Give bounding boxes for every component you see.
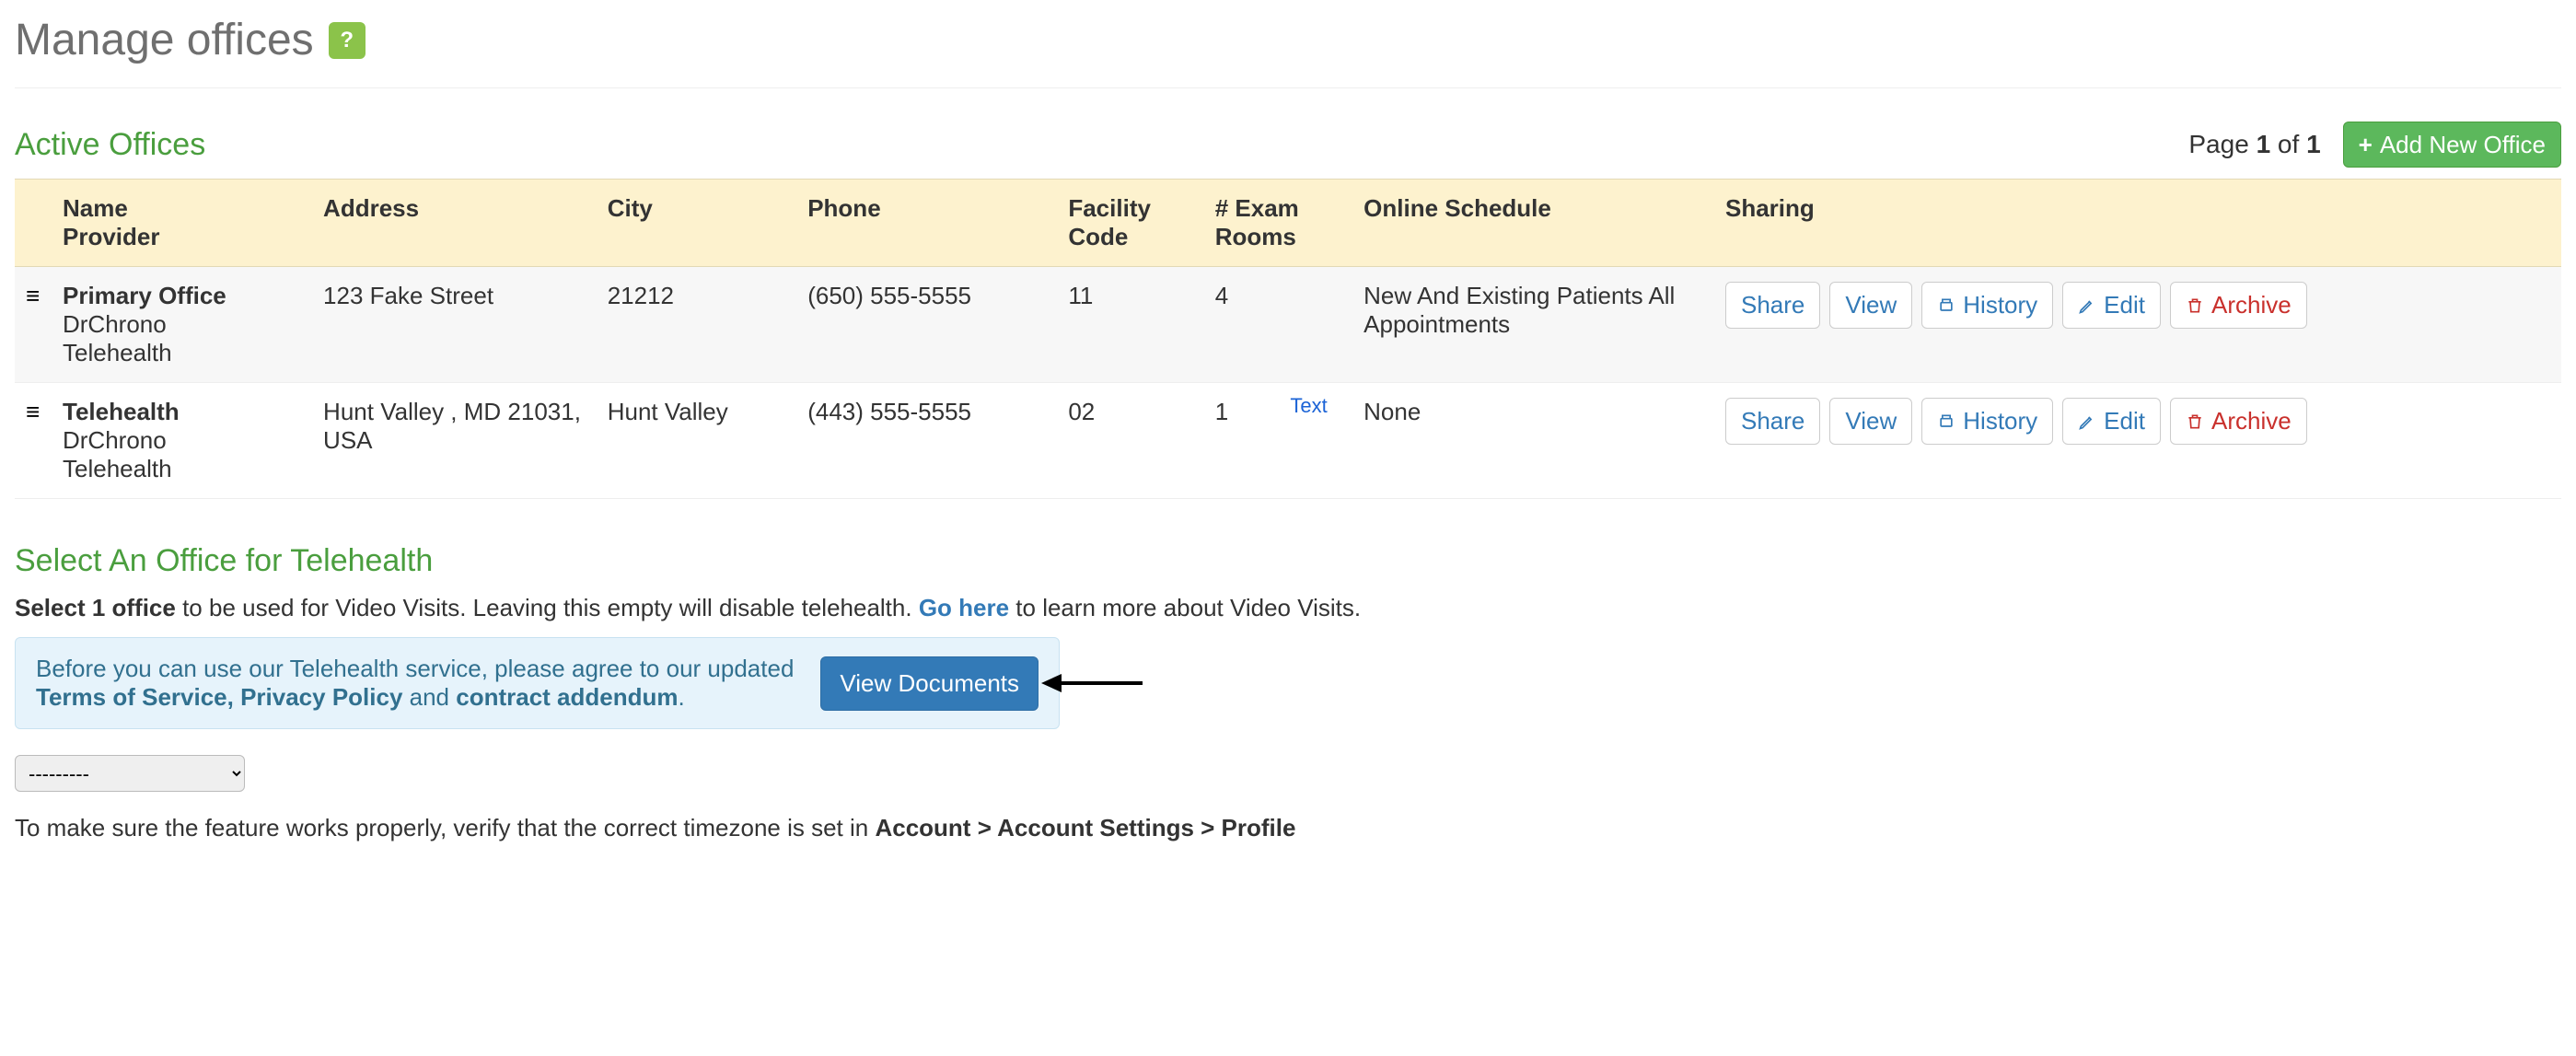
instr-text-1: to be used for Video Visits. Leaving thi… [176, 594, 919, 621]
go-here-link[interactable]: Go here [919, 594, 1009, 621]
share-button[interactable]: Share [1725, 398, 1820, 444]
print-icon [1937, 412, 1955, 431]
tz-pre: To make sure the feature works properly,… [15, 814, 875, 841]
office-provider-l1: DrChrono [63, 310, 167, 338]
office-exam-rooms: 1 Text [1204, 383, 1352, 499]
telehealth-instruction: Select 1 office to be used for Video Vis… [15, 594, 2561, 622]
plus-icon: + [2359, 128, 2373, 161]
office-facility: 02 [1057, 383, 1203, 499]
col-exam-rooms: # Exam Rooms [1204, 180, 1352, 267]
alert-post: . [678, 683, 684, 711]
pagination-word: Page [2188, 130, 2248, 158]
table-row: ≡ Primary Office DrChrono Telehealth 123… [15, 267, 2561, 383]
print-icon [1937, 296, 1955, 315]
col-facility-l1: Facility [1068, 194, 1151, 222]
office-provider-l2: Telehealth [63, 339, 172, 366]
col-city: City [597, 180, 797, 267]
office-facility: 11 [1057, 267, 1203, 383]
history-label: History [1963, 288, 2037, 321]
office-name: Primary Office [63, 282, 226, 309]
col-name-provider: Name Provider [52, 180, 312, 267]
office-exam-rooms: 4 [1204, 267, 1352, 383]
col-address: Address [312, 180, 597, 267]
col-phone: Phone [796, 180, 1057, 267]
edit-label: Edit [2104, 288, 2145, 321]
edit-label: Edit [2104, 404, 2145, 437]
pencil-icon [2078, 296, 2096, 315]
trash-icon [2186, 296, 2204, 315]
office-online-schedule: None [1352, 383, 1714, 499]
pagination-of: of [2278, 130, 2299, 158]
office-phone: (443) 555-5555 [796, 383, 1057, 499]
tz-path: Account > Account Settings > Profile [875, 814, 1295, 841]
pagination-total: 1 [2306, 130, 2321, 158]
table-row: ≡ Telehealth DrChrono Telehealth Hunt Va… [15, 383, 2561, 499]
drag-handle-icon[interactable]: ≡ [26, 282, 40, 310]
col-facility-l2: Code [1068, 223, 1128, 250]
add-new-office-label: Add New Office [2380, 128, 2546, 161]
col-name-l1: Name [63, 194, 128, 222]
active-offices-heading: Active Offices [15, 127, 205, 163]
edit-button[interactable]: Edit [2062, 282, 2161, 328]
instr-text-2: to learn more about Video Visits. [1009, 594, 1361, 621]
office-name: Telehealth [63, 398, 180, 425]
help-icon[interactable]: ? [329, 22, 366, 59]
archive-label: Archive [2211, 288, 2292, 321]
view-button[interactable]: View [1829, 398, 1912, 444]
col-online-schedule: Online Schedule [1352, 180, 1714, 267]
drag-handle-icon[interactable]: ≡ [26, 398, 40, 426]
col-exam-l2: Rooms [1215, 223, 1296, 250]
telehealth-office-select[interactable]: --------- [15, 755, 245, 792]
history-button[interactable]: History [1921, 282, 2053, 328]
telehealth-heading: Select An Office for Telehealth [15, 543, 2561, 579]
office-online-schedule: New And Existing Patients All Appointmen… [1352, 267, 1714, 383]
telehealth-alert: Before you can use our Telehealth servic… [15, 637, 1060, 729]
alert-bold1: Terms of Service, Privacy Policy [36, 683, 402, 711]
col-facility: Facility Code [1057, 180, 1203, 267]
col-sharing: Sharing [1714, 180, 2561, 267]
view-button[interactable]: View [1829, 282, 1912, 328]
office-address: Hunt Valley , MD 21031, USA [312, 383, 597, 499]
archive-label: Archive [2211, 404, 2292, 437]
history-button[interactable]: History [1921, 398, 2053, 444]
alert-pre: Before you can use our Telehealth servic… [36, 655, 794, 682]
col-name-l2: Provider [63, 223, 160, 250]
pagination-info: Page 1 of 1 [2188, 130, 2320, 159]
office-city: 21212 [597, 267, 797, 383]
alert-mid: and [402, 683, 456, 711]
pagination-current: 1 [2257, 130, 2271, 158]
history-label: History [1963, 404, 2037, 437]
office-city: Hunt Valley [597, 383, 797, 499]
pencil-icon [2078, 412, 2096, 431]
archive-button[interactable]: Archive [2170, 282, 2307, 328]
archive-button[interactable]: Archive [2170, 398, 2307, 444]
trash-icon [2186, 412, 2204, 431]
office-provider-l2: Telehealth [63, 455, 172, 482]
add-new-office-button[interactable]: + Add New Office [2343, 122, 2561, 168]
stray-annotation: Text [1290, 394, 1327, 417]
exam-rooms-value: 1 [1215, 398, 1228, 425]
page-title: Manage offices [15, 15, 314, 65]
alert-bold2: contract addendum [456, 683, 678, 711]
instr-bold: Select 1 office [15, 594, 176, 621]
office-phone: (650) 555-5555 [796, 267, 1057, 383]
office-address: 123 Fake Street [312, 267, 597, 383]
offices-table: Name Provider Address City Phone Facilit… [15, 179, 2561, 499]
col-exam-l1: # Exam [1215, 194, 1299, 222]
office-provider-l1: DrChrono [63, 426, 167, 454]
view-documents-button[interactable]: View Documents [820, 656, 1039, 710]
timezone-note: To make sure the feature works properly,… [15, 814, 2561, 842]
share-button[interactable]: Share [1725, 282, 1820, 328]
edit-button[interactable]: Edit [2062, 398, 2161, 444]
